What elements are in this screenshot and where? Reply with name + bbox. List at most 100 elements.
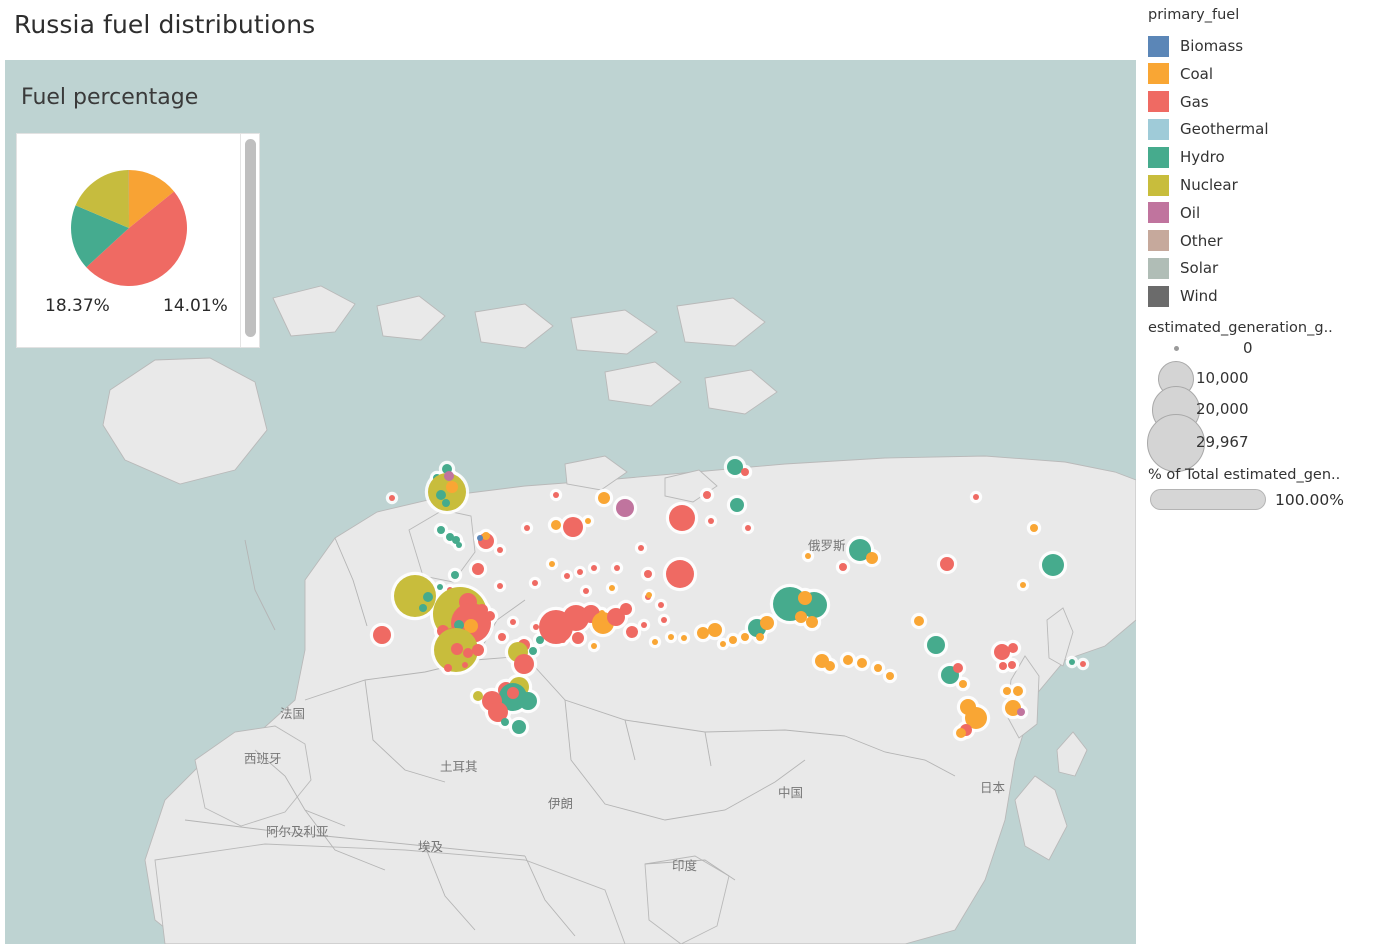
map-point[interactable] (646, 592, 652, 598)
map-point[interactable] (533, 624, 539, 630)
legend-swatch-nuclear[interactable] (1148, 174, 1169, 196)
map-point[interactable] (436, 490, 446, 500)
map-point[interactable] (745, 525, 751, 531)
map-point[interactable] (472, 563, 484, 575)
map-point[interactable] (729, 636, 737, 644)
map-point[interactable] (529, 647, 537, 655)
map-point[interactable] (549, 561, 555, 567)
map-point[interactable] (482, 532, 490, 540)
map-point[interactable] (727, 459, 743, 475)
map-point[interactable] (389, 495, 395, 501)
map-point[interactable] (999, 662, 1007, 670)
map-point[interactable] (668, 634, 674, 640)
map-point[interactable] (456, 542, 462, 548)
map-point[interactable] (1042, 554, 1064, 576)
map-point[interactable] (956, 728, 966, 738)
legend-item-other[interactable]: Other (1148, 227, 1223, 255)
map-point[interactable] (1017, 708, 1025, 716)
map-point[interactable] (805, 553, 811, 559)
map-point[interactable] (644, 570, 652, 578)
map-point[interactable] (614, 565, 620, 571)
map-point[interactable] (563, 517, 583, 537)
map-point[interactable] (994, 644, 1010, 660)
map-point[interactable] (519, 692, 537, 710)
pct-legend[interactable]: 100.00% (1150, 489, 1344, 510)
map-point[interactable] (609, 585, 615, 591)
pie-slices[interactable] (71, 170, 187, 286)
map-point[interactable] (451, 571, 459, 579)
map-point[interactable] (473, 691, 483, 701)
map-point[interactable] (532, 580, 538, 586)
map-point[interactable] (720, 641, 726, 647)
map-point[interactable] (524, 525, 530, 531)
map-point[interactable] (514, 654, 534, 674)
map-point[interactable] (442, 499, 450, 507)
map-point[interactable] (444, 471, 454, 481)
map-point[interactable] (806, 616, 818, 628)
map-point[interactable] (497, 583, 503, 589)
map-point[interactable] (953, 663, 963, 673)
map-point[interactable] (741, 468, 749, 476)
map-point[interactable] (553, 492, 559, 498)
map-point[interactable] (708, 518, 714, 524)
legend-swatch-oil[interactable] (1148, 202, 1169, 224)
map-point[interactable] (423, 592, 433, 602)
map-point[interactable] (446, 481, 458, 493)
map-point[interactable] (886, 672, 894, 680)
legend-item-geothermal[interactable]: Geothermal (1148, 115, 1269, 143)
map-point[interactable] (577, 569, 583, 575)
legend-item-coal[interactable]: Coal (1148, 60, 1213, 88)
map-point[interactable] (1080, 661, 1086, 667)
map-point[interactable] (585, 518, 591, 524)
map-point[interactable] (666, 560, 694, 588)
map-point[interactable] (591, 643, 597, 649)
map-point[interactable] (591, 565, 597, 571)
legend-swatch-solar[interactable] (1148, 257, 1169, 279)
map-point[interactable] (708, 623, 722, 637)
size-legend[interactable]: 0 10,000 20,000 29,967 (1147, 339, 1380, 472)
legend-swatch-biomass[interactable] (1148, 35, 1169, 57)
map-point[interactable] (760, 616, 774, 630)
map-point[interactable] (940, 557, 954, 571)
map-point[interactable] (463, 648, 473, 658)
fuel-percentage-pie-card[interactable]: 14.01%48.47%18.00%18.37%0.05% (16, 133, 260, 348)
map-point[interactable] (419, 604, 427, 612)
map-point[interactable] (598, 492, 610, 504)
legend-swatch-coal[interactable] (1148, 63, 1169, 85)
map-point[interactable] (973, 494, 979, 500)
legend-swatch-gas[interactable] (1148, 91, 1169, 113)
pie-scrollbar-thumb[interactable] (245, 139, 256, 337)
map-point[interactable] (472, 644, 484, 656)
map-point[interactable] (703, 491, 711, 499)
map-point[interactable] (510, 619, 516, 625)
map-point[interactable] (551, 520, 561, 530)
map-point[interactable] (477, 535, 483, 541)
map-point[interactable] (741, 633, 749, 641)
map-point[interactable] (661, 617, 667, 623)
legend-item-nuclear[interactable]: Nuclear (1148, 171, 1238, 199)
map-point[interactable] (507, 687, 519, 699)
map-point[interactable] (866, 552, 878, 564)
map-point[interactable] (437, 526, 445, 534)
map-point[interactable] (626, 626, 638, 638)
map-point[interactable] (914, 616, 924, 626)
map-point[interactable] (843, 655, 853, 665)
map-point[interactable] (437, 584, 443, 590)
legend-item-solar[interactable]: Solar (1148, 254, 1218, 282)
map-point[interactable] (681, 635, 687, 641)
map-point[interactable] (583, 588, 589, 594)
map-point[interactable] (560, 637, 566, 643)
map-point[interactable] (1020, 582, 1026, 588)
map-point[interactable] (373, 626, 391, 644)
map-point[interactable] (599, 610, 605, 616)
map-point[interactable] (616, 499, 634, 517)
map-point[interactable] (658, 602, 664, 608)
map-point[interactable] (501, 718, 509, 726)
map-point[interactable] (730, 498, 744, 512)
map-point[interactable] (825, 661, 835, 671)
map-point[interactable] (620, 603, 632, 615)
map-point[interactable] (1013, 686, 1023, 696)
map-point[interactable] (927, 636, 945, 654)
map-point[interactable] (497, 547, 503, 553)
pie-scrollbar[interactable] (240, 134, 259, 347)
